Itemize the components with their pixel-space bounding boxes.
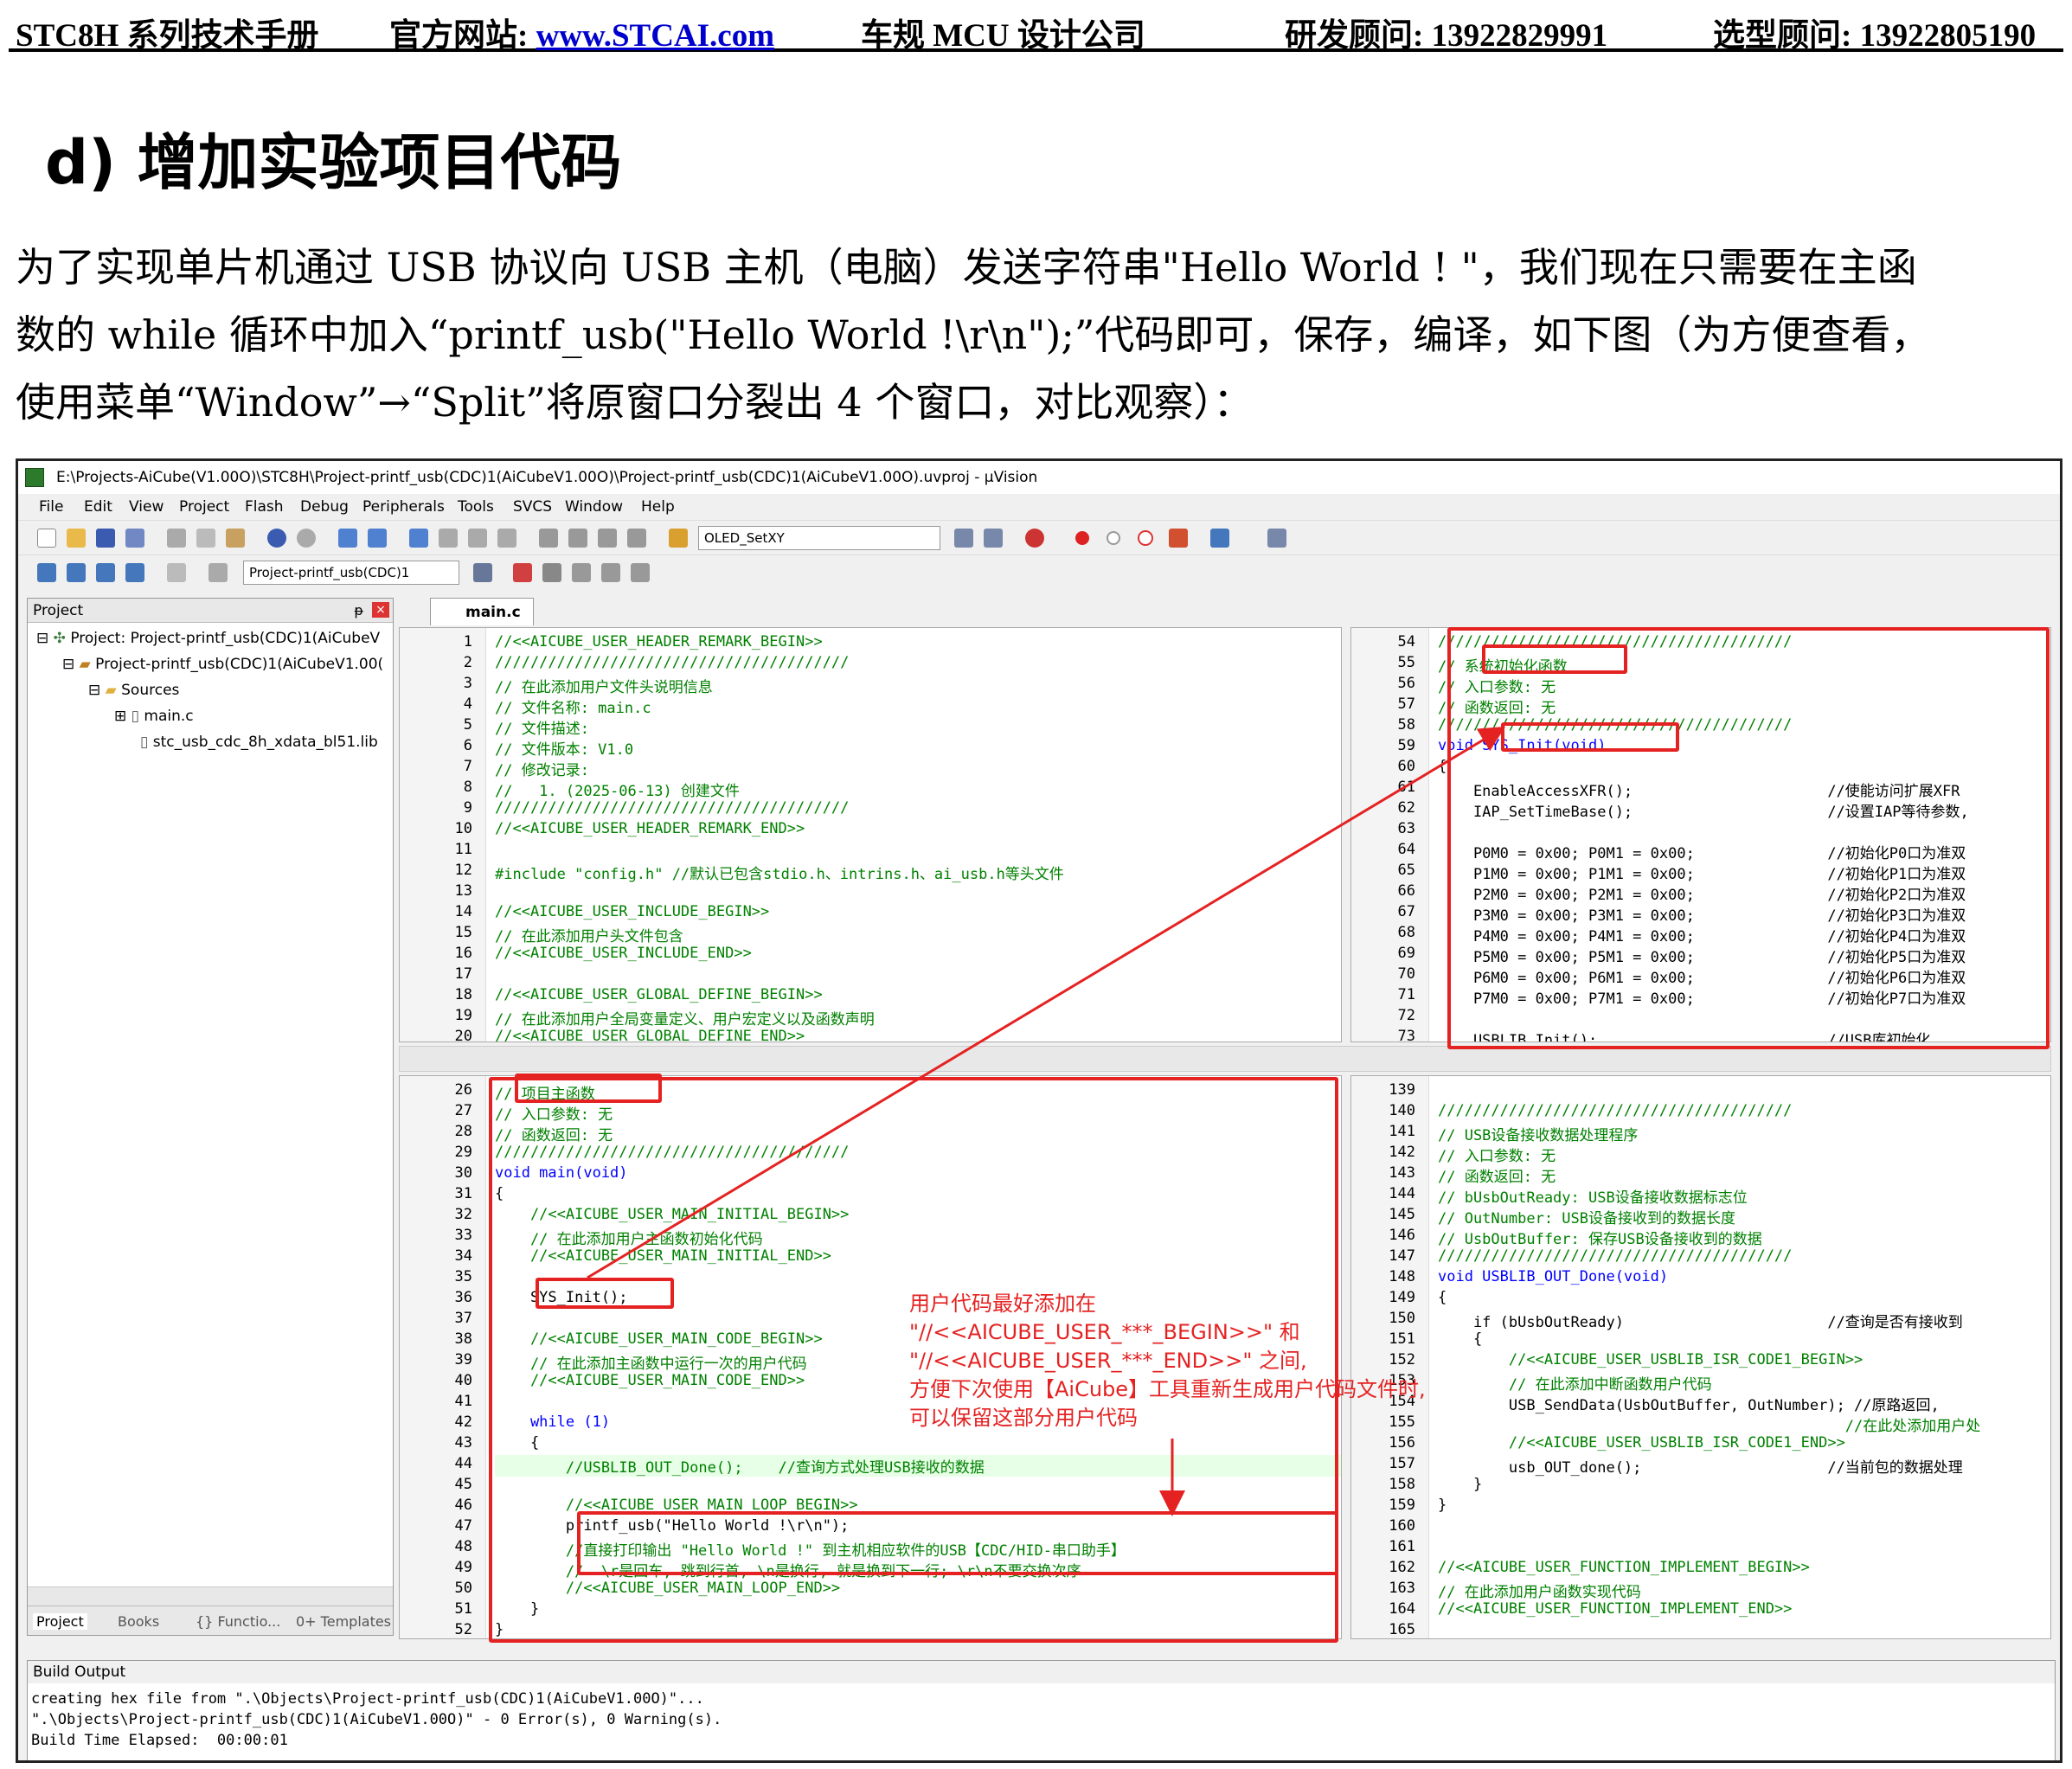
company-label: 车规 MCU 设计公司: [861, 18, 1145, 54]
build-output-line: ".\Objects\Project-printf_usb(CDC)1(AiCu…: [31, 1711, 722, 1728]
rd-contact: 研发顾问: 13922829991: [1285, 18, 1608, 54]
annotation-arrows: [587, 726, 1506, 1516]
build-output-line: Build Time Elapsed: 00:00:01: [31, 1732, 288, 1749]
build-output-title: Build Output: [28, 1661, 2055, 1683]
paragraph-line-1: 为了实现单片机通过 USB 协议向 USB 主机（电脑）发送字符串"Hello …: [16, 244, 1917, 291]
manual-title: STC8H 系列技术手册: [16, 18, 319, 54]
sel-contact: 选型顾问: 13922805190: [1713, 18, 2037, 54]
build-output-line: creating hex file from ".\Objects\Projec…: [31, 1690, 704, 1708]
annotation-line-2: "//<<AICUBE_USER_***_BEGIN>>" 和: [909, 1320, 1300, 1344]
uvision-window: E:\Projects-AiCube(V1.00O)\STC8H\Project…: [16, 458, 2062, 1763]
paragraph-line-3: 使用菜单“Window”→“Split”将原窗口分裂出 4 个窗口，对比观察）：: [16, 379, 1254, 426]
page-header: STC8H 系列技术手册 官方网站: www.STCAI.com 车规 MCU …: [9, 3, 2063, 54]
annotation-line-4: 方便下次使用【AiCube】工具重新生成用户代码文件时,: [909, 1377, 1426, 1401]
annotation-line-3: "//<<AICUBE_USER_***_END>>" 之间,: [909, 1349, 1307, 1373]
site-info: 官方网站: www.STCAI.com: [389, 18, 775, 54]
arrow-to-sys-init: [587, 726, 1506, 1279]
annotation-line-5: 可以保留这部分用户代码: [909, 1406, 1138, 1430]
build-output-panel: Build Output creating hex file from ".\O…: [27, 1660, 2056, 1760]
annotation-line-1: 用户代码最好添加在: [909, 1291, 1096, 1316]
paragraph-line-2: 数的 while 循环中加入“printf_usb("Hello World !…: [16, 311, 1931, 358]
section-title: d) 增加实验项目代码: [45, 127, 622, 198]
site-link[interactable]: www.STCAI.com: [536, 18, 774, 54]
